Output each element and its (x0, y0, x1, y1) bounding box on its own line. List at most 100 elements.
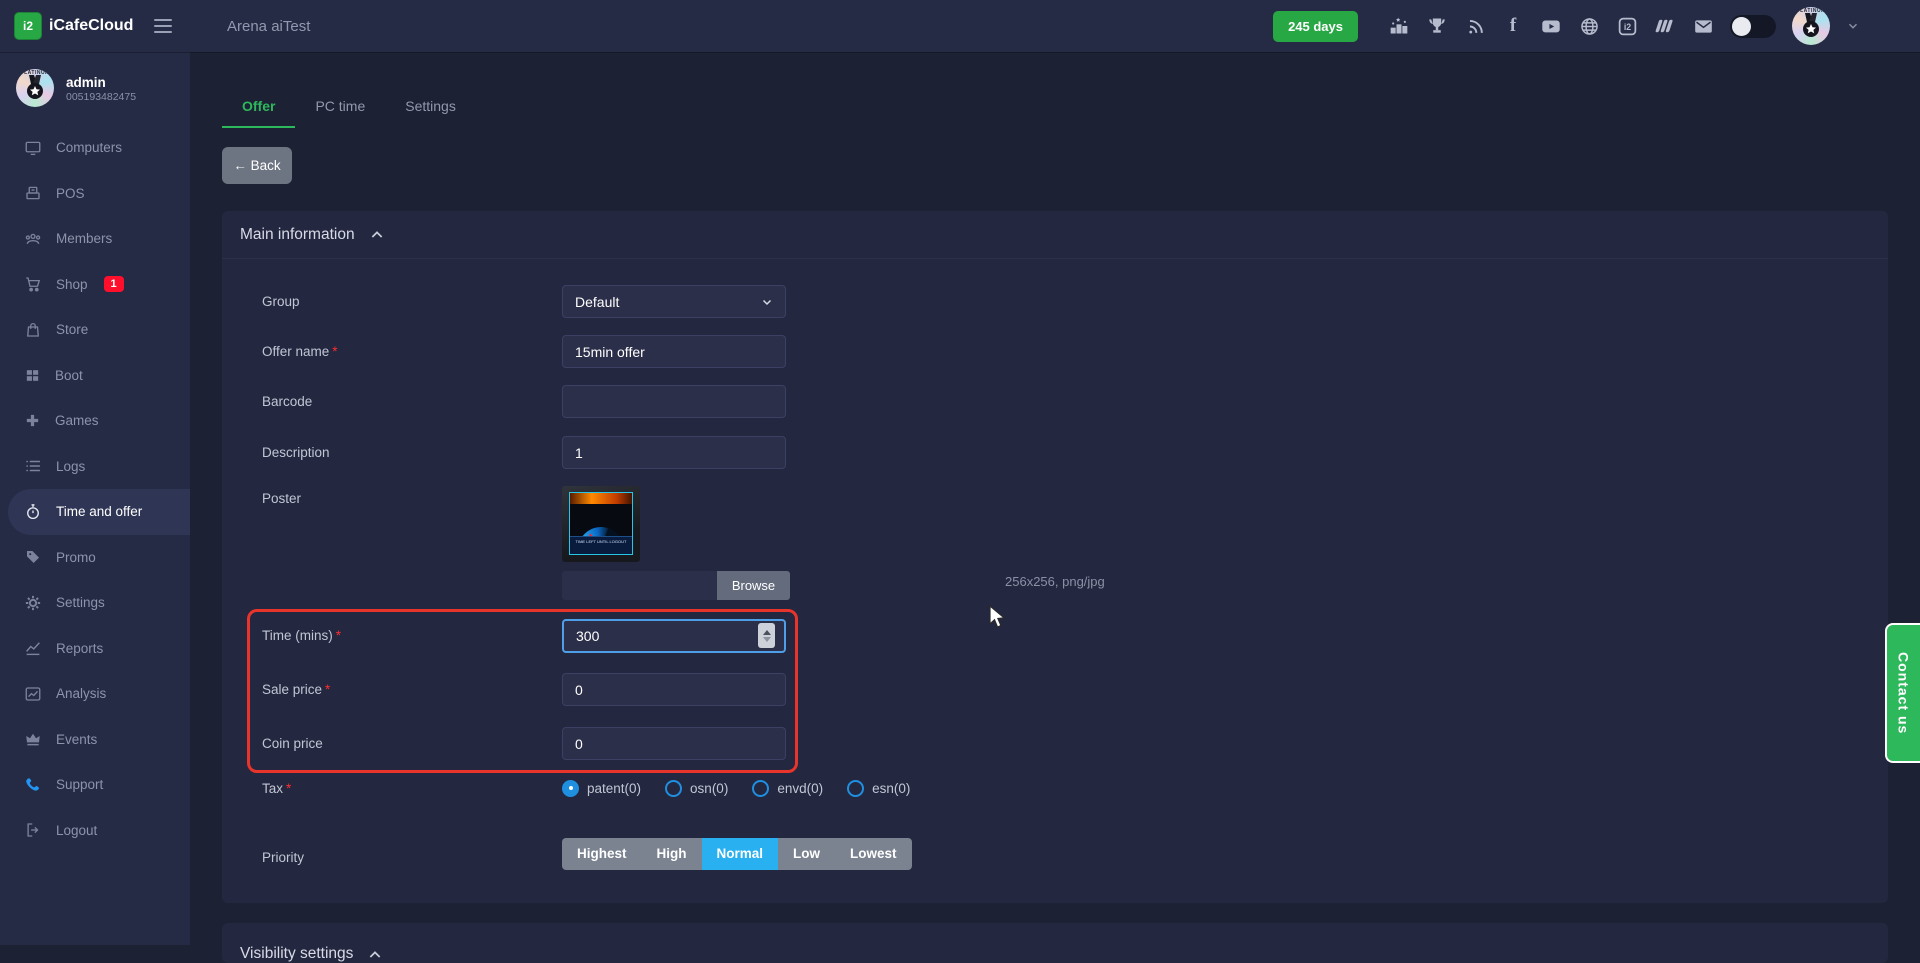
license-days-button[interactable]: 245 days (1273, 11, 1358, 42)
priority-button-group: Highest High Normal Low Lowest (562, 838, 912, 870)
sale-price-label: Sale price* (262, 682, 330, 697)
rss-icon[interactable] (1464, 15, 1486, 37)
back-button[interactable]: ← Back (222, 147, 292, 184)
tax-option-patent[interactable]: patent(0) (562, 780, 641, 797)
browse-button[interactable]: Browse (717, 571, 790, 600)
sidebar: i2 iCafeCloud PLATINUM admin 00519348247… (0, 0, 190, 945)
sidebar-item-promo[interactable]: Promo (0, 535, 190, 581)
line-chart-icon (24, 639, 42, 657)
logo-row: i2 iCafeCloud (0, 0, 190, 53)
mail-icon[interactable] (1692, 15, 1714, 37)
sidebar-item-games[interactable]: Games (0, 398, 190, 444)
hamburger-menu-icon[interactable] (150, 15, 176, 37)
spinner-up-icon[interactable] (763, 630, 771, 635)
radio-selected-icon[interactable] (562, 780, 579, 797)
app-logo-icon[interactable]: i2 (14, 12, 42, 40)
sidebar-item-events[interactable]: Events (0, 717, 190, 763)
radio-icon[interactable] (665, 780, 682, 797)
members-icon (24, 230, 42, 248)
page-title: Arena aiTest (227, 18, 310, 35)
tab-settings[interactable]: Settings (385, 89, 476, 128)
user-id: 005193482475 (66, 91, 136, 103)
sidebar-item-analysis[interactable]: Analysis (0, 671, 190, 717)
time-mins-input[interactable] (562, 619, 786, 653)
tag-icon (24, 548, 42, 566)
description-label: Description (262, 445, 330, 460)
list-icon (24, 457, 42, 475)
icafecloud-mini-icon[interactable]: i2 (1616, 15, 1638, 37)
tax-option-envd[interactable]: envd(0) (752, 780, 823, 797)
priority-high-button[interactable]: High (642, 838, 702, 870)
sidebar-item-time-and-offer[interactable]: Time and offer (8, 489, 190, 535)
offer-name-label: Offer name* (262, 344, 338, 359)
bag-icon (24, 321, 42, 339)
gamepad-icon (24, 412, 41, 429)
trophy-icon[interactable] (1426, 15, 1448, 37)
sidebar-item-reports[interactable]: Reports (0, 626, 190, 672)
poster-thumbnail[interactable]: TIME LEFT UNTIL LOGOUT (562, 486, 640, 562)
sale-price-input[interactable] (562, 673, 786, 706)
sidebar-item-settings[interactable]: Settings (0, 580, 190, 626)
tax-option-esn[interactable]: esn(0) (847, 780, 910, 797)
top-header: Arena aiTest 245 days f i2 PLATINUM (190, 0, 1920, 52)
user-name: admin (66, 74, 136, 91)
priority-lowest-button[interactable]: Lowest (835, 838, 912, 870)
sidebar-item-computers[interactable]: Computers (0, 125, 190, 171)
screens-icon[interactable] (1654, 15, 1676, 37)
contact-us-tab[interactable]: Contact us (1885, 623, 1920, 763)
poster-file-input[interactable] (562, 571, 717, 600)
visibility-settings-header[interactable]: Visibility settings (222, 923, 1888, 963)
radio-icon[interactable] (847, 780, 864, 797)
shop-badge: 1 (104, 276, 124, 292)
sidebar-item-support[interactable]: Support (0, 762, 190, 808)
section-title: Visibility settings (240, 945, 353, 963)
select-chevron-icon (761, 296, 773, 308)
app-logo-text[interactable]: iCafeCloud (49, 17, 133, 35)
youtube-icon[interactable] (1540, 15, 1562, 37)
tab-pc-time[interactable]: PC time (295, 89, 385, 128)
cash-register-icon (24, 184, 42, 202)
description-input[interactable] (562, 436, 786, 469)
sidebar-item-boot[interactable]: Boot (0, 353, 190, 399)
tax-option-osn[interactable]: osn(0) (665, 780, 728, 797)
sidebar-item-logs[interactable]: Logs (0, 444, 190, 490)
priority-low-button[interactable]: Low (778, 838, 835, 870)
crown-icon (24, 730, 42, 748)
visibility-settings-card: Visibility settings (222, 923, 1888, 963)
spinner-down-icon[interactable] (763, 637, 771, 642)
main-information-header[interactable]: Main information (222, 211, 1888, 259)
main-information-card: Main information Group Default Offer nam… (222, 211, 1888, 903)
sidebar-item-logout[interactable]: Logout (0, 808, 190, 854)
group-select[interactable]: Default (562, 285, 786, 318)
offer-tabs: Offer PC time Settings (222, 89, 476, 128)
priority-normal-button[interactable]: Normal (702, 838, 779, 870)
sidebar-nav: Computers POS Members Shop 1 Store Boot … (0, 125, 190, 853)
theme-toggle[interactable] (1730, 15, 1776, 38)
tab-offer[interactable]: Offer (222, 89, 295, 128)
barcode-label: Barcode (262, 394, 312, 409)
chevron-up-icon (367, 947, 383, 963)
gear-icon (24, 594, 42, 612)
radio-icon[interactable] (752, 780, 769, 797)
ranking-icon[interactable] (1388, 15, 1410, 37)
number-spinner[interactable] (758, 623, 775, 648)
facebook-icon[interactable]: f (1502, 15, 1524, 37)
sidebar-item-pos[interactable]: POS (0, 171, 190, 217)
time-mins-label: Time (mins)* (262, 628, 341, 643)
offer-name-input[interactable] (562, 335, 786, 368)
barcode-input[interactable] (562, 385, 786, 418)
user-block: PLATINUM admin 005193482475 (0, 53, 190, 115)
sidebar-item-shop[interactable]: Shop 1 (0, 262, 190, 308)
poster-caption: TIME LEFT UNTIL LOGOUT (570, 536, 632, 554)
tax-label: Tax* (262, 781, 291, 796)
section-title: Main information (240, 226, 355, 244)
tax-options: patent(0) osn(0) envd(0) esn(0) (562, 776, 910, 800)
coin-price-input[interactable] (562, 727, 786, 760)
chevron-down-icon[interactable] (1846, 19, 1860, 33)
priority-highest-button[interactable]: Highest (562, 838, 642, 870)
globe-icon[interactable] (1578, 15, 1600, 37)
sidebar-avatar[interactable]: PLATINUM (16, 69, 54, 107)
sidebar-item-store[interactable]: Store (0, 307, 190, 353)
sidebar-item-members[interactable]: Members (0, 216, 190, 262)
header-avatar[interactable]: PLATINUM (1792, 7, 1830, 45)
